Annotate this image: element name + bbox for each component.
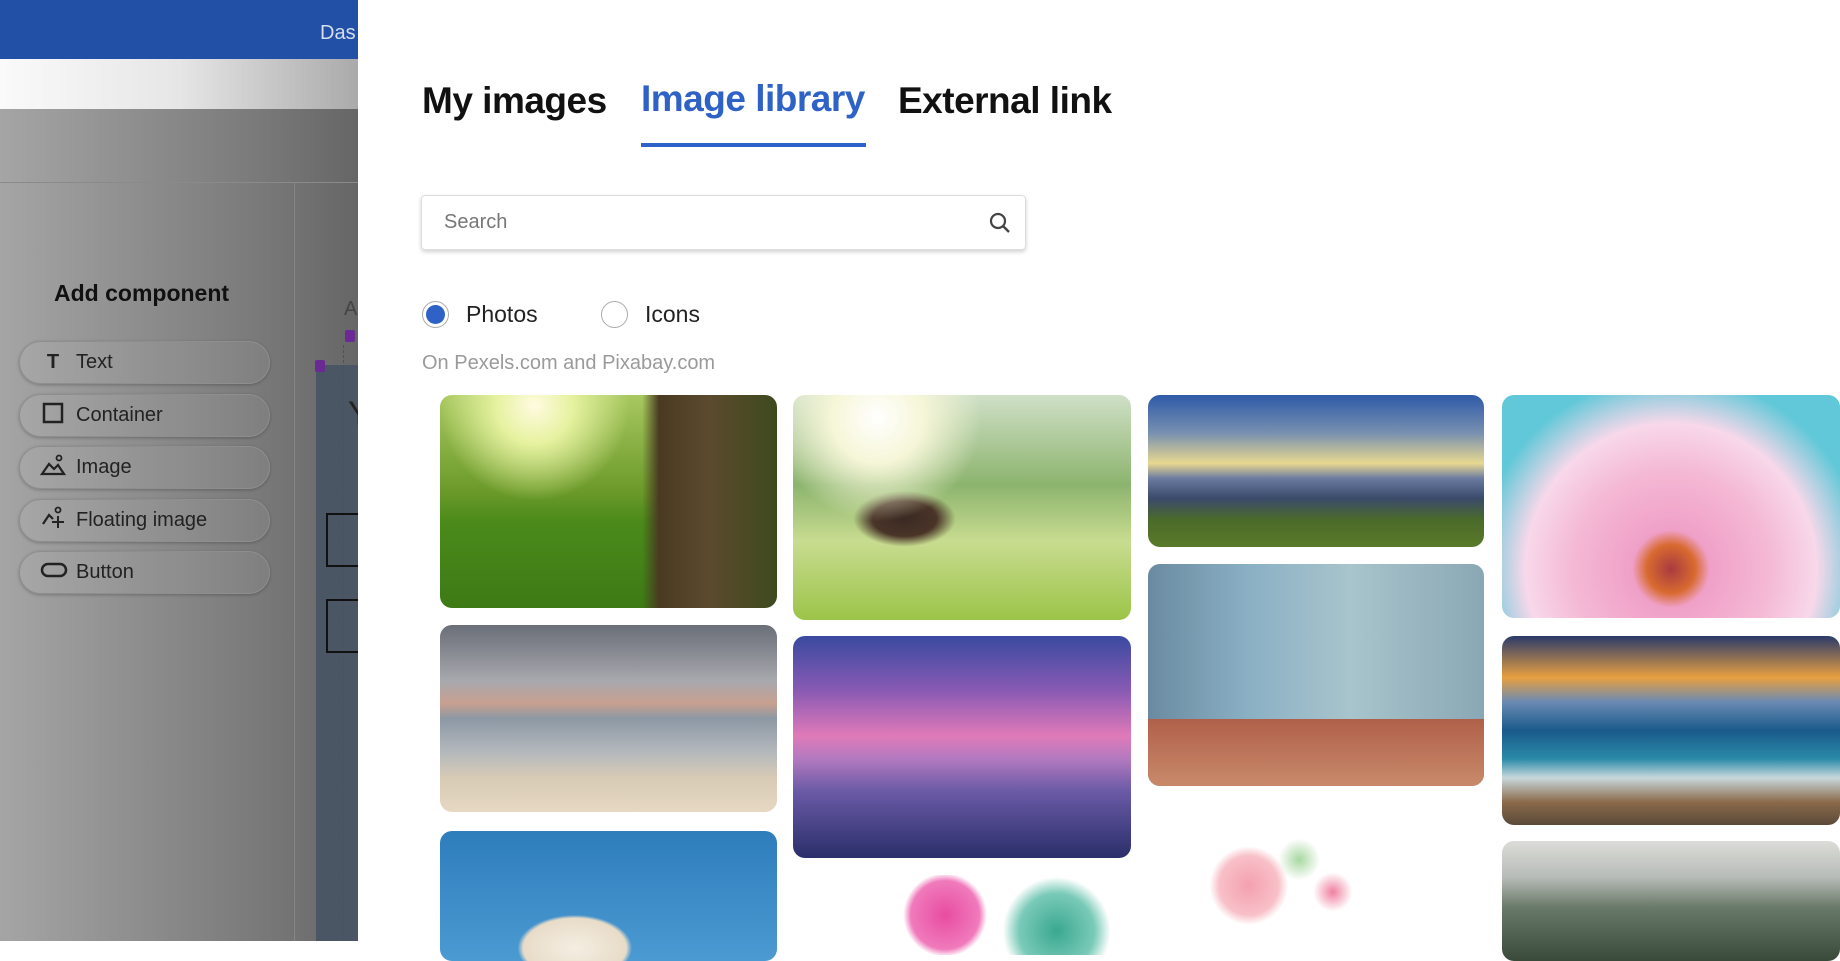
active-tab-indicator bbox=[641, 143, 866, 147]
photo-mountain-sunrays[interactable] bbox=[1148, 395, 1484, 547]
canvas-selection bbox=[316, 365, 358, 941]
photo-pink-daisy-closeup[interactable] bbox=[1502, 395, 1840, 618]
add-container-button[interactable]: Container bbox=[19, 394, 270, 437]
add-text-button[interactable]: T Text bbox=[19, 341, 270, 384]
photo-pink-starfish[interactable] bbox=[793, 875, 1131, 955]
photo-ocean-waves-sunset[interactable] bbox=[1502, 636, 1840, 825]
button-shape-icon bbox=[40, 561, 68, 584]
photo-purple-sunset-boat[interactable] bbox=[793, 636, 1131, 858]
photo-woman-in-hat-in-field[interactable] bbox=[793, 395, 1131, 620]
floating-image-icon bbox=[40, 506, 66, 536]
canvas-element[interactable] bbox=[326, 599, 358, 653]
square-icon bbox=[40, 402, 66, 430]
tab-image-library[interactable]: Image library bbox=[641, 78, 865, 120]
add-floating-image-button[interactable]: Floating image bbox=[19, 499, 270, 542]
radio-photos[interactable]: Photos bbox=[422, 301, 538, 328]
search-input[interactable] bbox=[422, 196, 975, 249]
add-button-button[interactable]: Button bbox=[19, 551, 270, 594]
image-icon bbox=[39, 454, 67, 482]
add-image-button[interactable]: Image bbox=[19, 446, 270, 489]
resize-handle[interactable] bbox=[345, 330, 355, 342]
nav-dashboard-link[interactable]: Das bbox=[320, 22, 356, 45]
search-box bbox=[421, 195, 1026, 250]
add-component-title: Add component bbox=[54, 280, 230, 306]
photo-ice-cream-blue-sky[interactable] bbox=[440, 831, 777, 961]
radio-unselected-icon bbox=[601, 301, 628, 328]
editor-background: Das Add component T Text Container Image … bbox=[0, 0, 358, 941]
text-icon: T bbox=[46, 351, 60, 373]
canvas-label: A bbox=[344, 298, 358, 320]
photo-beach-with-palm-trees[interactable] bbox=[440, 625, 777, 812]
photo-watercolor-flowers[interactable] bbox=[1148, 827, 1484, 957]
tab-my-images[interactable]: My images bbox=[422, 80, 607, 122]
photo-mountain-landscape[interactable] bbox=[1502, 841, 1840, 961]
radio-selected-icon bbox=[422, 301, 449, 328]
toolbar-strip bbox=[0, 59, 358, 109]
top-nav-bar: Das bbox=[0, 0, 358, 59]
radio-icons[interactable]: Icons bbox=[601, 301, 700, 328]
source-note: On Pexels.com and Pixabay.com bbox=[422, 352, 716, 374]
resize-handle[interactable] bbox=[315, 360, 325, 372]
tab-external-link[interactable]: External link bbox=[898, 80, 1112, 122]
canvas-element[interactable] bbox=[326, 513, 358, 567]
canvas-text: Y bbox=[348, 395, 358, 434]
photo-blue-cafe-facade[interactable] bbox=[1148, 564, 1484, 786]
photo-sunlit-meadow-with-tree[interactable] bbox=[440, 395, 777, 608]
search-icon[interactable] bbox=[975, 211, 1025, 235]
